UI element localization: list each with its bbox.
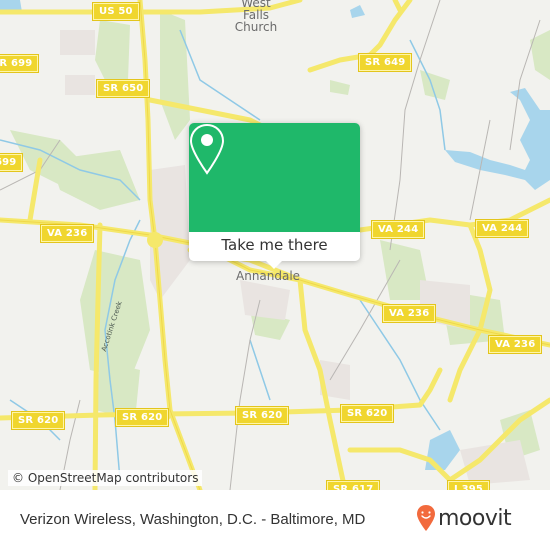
road-shield: VA 244 bbox=[370, 220, 426, 239]
road-shield: SR 620 bbox=[234, 406, 290, 425]
place-name: West Falls Church bbox=[234, 0, 278, 34]
take-me-there-button[interactable]: Take me there bbox=[189, 232, 360, 269]
road-shield: SR 617 bbox=[325, 480, 381, 490]
place-label-west-falls-church: West Falls Church bbox=[226, 0, 286, 33]
place-label-annandale: Annandale bbox=[236, 270, 300, 282]
road-shield: US 50 bbox=[92, 2, 140, 21]
road-shield: I 395 bbox=[446, 480, 491, 490]
location-popup[interactable]: Take me there bbox=[189, 123, 360, 269]
moovit-logo[interactable]: moovit bbox=[416, 504, 512, 532]
road-shield: SR 699 bbox=[0, 54, 40, 73]
road-shield: VA 236 bbox=[39, 224, 95, 243]
place-name: Annandale bbox=[236, 269, 301, 283]
take-me-there-label: Take me there bbox=[221, 236, 328, 254]
brand-wordmark: moovit bbox=[438, 505, 512, 531]
road-shield: SR 649 bbox=[357, 53, 413, 72]
road-shield: VA 236 bbox=[381, 304, 437, 323]
road-shield: SR 620 bbox=[339, 404, 395, 423]
location-title: Verizon Wireless, Washington, D.C. - Bal… bbox=[20, 511, 366, 528]
road-shield: SR 650 bbox=[95, 79, 151, 98]
road-shield: VA 244 bbox=[474, 219, 530, 238]
map-pin-icon bbox=[189, 123, 225, 175]
road-shield: SR 699 bbox=[0, 153, 24, 172]
road-shield: VA 236 bbox=[487, 335, 543, 354]
popup-header[interactable] bbox=[189, 123, 360, 232]
footer: Verizon Wireless, Washington, D.C. - Bal… bbox=[0, 490, 550, 550]
map-view[interactable]: West Falls Church Annandale Accotink Creek… bbox=[0, 0, 550, 490]
popup-tail bbox=[266, 261, 282, 269]
road-shield: SR 620 bbox=[114, 408, 170, 427]
map-attribution[interactable]: © OpenStreetMap contributors bbox=[8, 470, 203, 486]
moovit-pin-icon bbox=[417, 505, 435, 531]
road-shield: SR 620 bbox=[10, 411, 66, 430]
